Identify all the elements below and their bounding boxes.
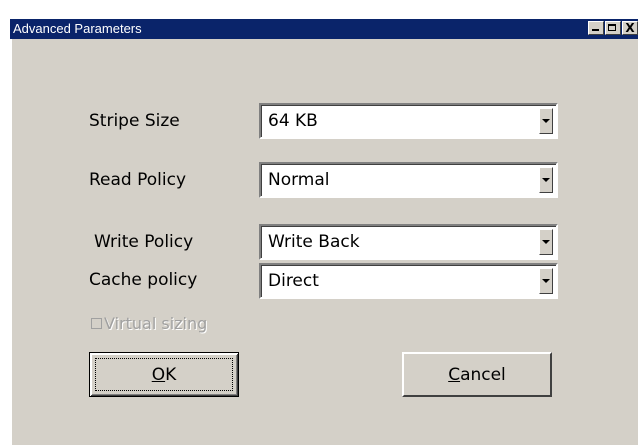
read-policy-select[interactable]: Normal <box>259 162 558 198</box>
virtual-sizing-label: Virtual sizing <box>104 313 208 333</box>
close-icon[interactable]: X <box>622 21 638 35</box>
chevron-down-icon[interactable] <box>539 229 553 255</box>
ok-button[interactable]: OK <box>89 352 239 397</box>
cancel-button[interactable]: Cancel <box>402 352 552 397</box>
write-policy-select[interactable]: Write Back <box>259 224 558 260</box>
title-bar-controls: X <box>587 21 638 37</box>
read-policy-label: Read Policy <box>89 170 187 190</box>
cancel-mnemonic: C <box>448 364 461 385</box>
cancel-button-label: Cancel <box>448 365 506 385</box>
read-policy-value: Normal <box>268 170 330 190</box>
focus-rectangle <box>95 358 233 391</box>
stripe-size-label: Stripe Size <box>89 111 180 131</box>
stripe-size-select[interactable]: 64 KB <box>259 103 558 139</box>
cache-policy-value: Direct <box>268 271 319 291</box>
title-bar[interactable]: Advanced Parameters X <box>10 19 638 39</box>
chevron-down-icon[interactable] <box>539 167 553 193</box>
virtual-sizing-checkbox <box>91 317 102 329</box>
write-policy-label: Write Policy <box>94 232 194 252</box>
write-policy-value: Write Back <box>268 232 360 252</box>
virtual-sizing-row: Virtual sizing <box>91 312 207 334</box>
cache-policy-label: Cache policy <box>89 270 198 290</box>
cache-policy-select[interactable]: Direct <box>259 263 558 299</box>
window-title: Advanced Parameters <box>13 21 142 36</box>
cancel-label-rest: ancel <box>460 364 506 385</box>
minimize-icon[interactable] <box>588 21 604 35</box>
maximize-icon[interactable] <box>605 21 621 35</box>
chevron-down-icon[interactable] <box>539 108 553 134</box>
stripe-size-value: 64 KB <box>268 111 318 131</box>
chevron-down-icon[interactable] <box>539 268 553 294</box>
